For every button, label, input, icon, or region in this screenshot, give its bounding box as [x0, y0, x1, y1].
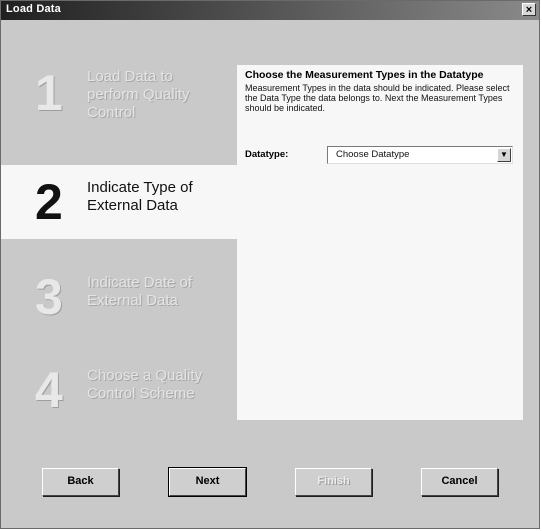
datatype-select[interactable]: Choose Datatype ▼ — [327, 146, 513, 164]
title-bar[interactable]: Load Data × — [1, 1, 539, 20]
step-1-label: Load Data to perform Quality Control — [87, 68, 190, 121]
datatype-label: Datatype: — [245, 149, 289, 160]
step-2: 2 Indicate Type of External Data — [1, 165, 237, 239]
close-icon: × — [525, 4, 533, 16]
datatype-selected-value: Choose Datatype — [336, 149, 410, 160]
window-title: Load Data — [6, 3, 61, 15]
back-button[interactable]: Back — [42, 468, 119, 496]
step-4-number: 4 — [35, 362, 63, 418]
panel-heading: Choose the Measurement Types in the Data… — [245, 69, 484, 81]
step-3: 3 Indicate Date of External Data — [1, 260, 237, 334]
step-1-number: 1 — [35, 65, 63, 121]
wizard-steps: 1 Load Data to perform Quality Control 2… — [1, 20, 237, 440]
cancel-button[interactable]: Cancel — [421, 468, 498, 496]
next-button[interactable]: Next — [168, 467, 247, 497]
step-4: 4 Choose a Quality Control Scheme — [1, 353, 237, 427]
step-2-number: 2 — [35, 174, 63, 230]
step-3-label: Indicate Date of External Data — [87, 274, 193, 309]
step-3-number: 3 — [35, 269, 63, 325]
step-2-label: Indicate Type of External Data — [87, 179, 193, 214]
finish-button[interactable]: Finish — [295, 468, 372, 496]
panel-description: Measurement Types in the data should be … — [245, 83, 510, 113]
step-4-label: Choose a Quality Control Scheme — [87, 367, 203, 402]
load-data-dialog: Load Data × 1 Load Data to perform Quali… — [0, 0, 540, 529]
close-button[interactable]: × — [522, 3, 536, 16]
content-panel: Choose the Measurement Types in the Data… — [237, 65, 523, 420]
step-1: 1 Load Data to perform Quality Control — [1, 58, 237, 132]
chevron-down-icon[interactable]: ▼ — [497, 148, 511, 162]
